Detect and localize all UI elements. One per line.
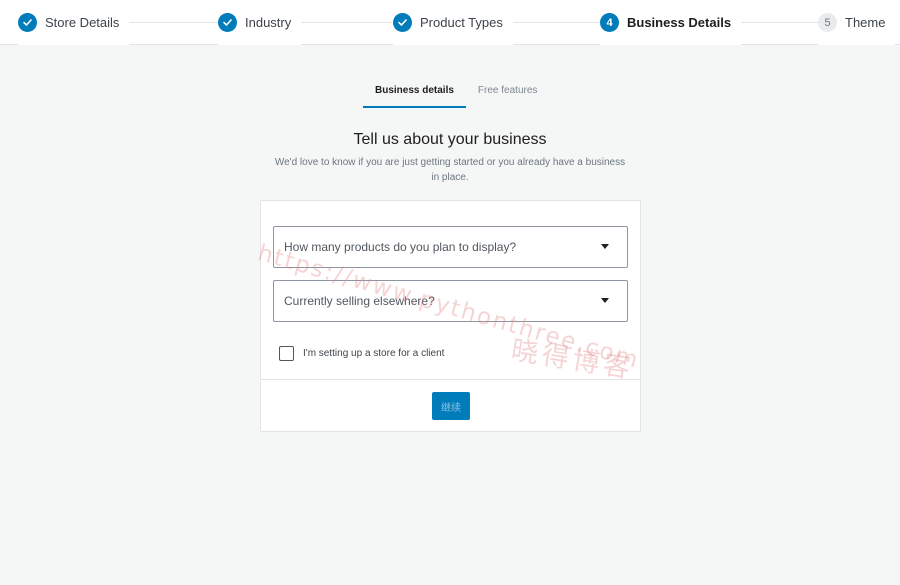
page-title: Tell us about your business — [353, 131, 547, 148]
checkmark-icon — [218, 13, 237, 32]
client-checkbox-label[interactable]: I'm setting up a store for a client — [303, 348, 444, 359]
caret-down-icon — [601, 298, 609, 303]
step-industry[interactable]: Industry — [218, 0, 302, 45]
step-number-badge: 4 — [600, 13, 619, 32]
step-number-badge: 5 — [818, 13, 837, 32]
continue-button[interactable]: 继续 — [432, 392, 470, 420]
checkmark-icon — [18, 13, 37, 32]
client-checkbox[interactable] — [279, 346, 294, 361]
client-checkbox-row: I'm setting up a store for a client — [279, 346, 444, 361]
setup-stepper: Store Details Industry Product Types 4 B… — [0, 0, 900, 45]
tab-business-details[interactable]: Business details — [363, 80, 466, 108]
tab-free-features[interactable]: Free features — [466, 80, 549, 108]
step-label: Product Types — [420, 15, 503, 30]
card-divider — [261, 379, 640, 380]
step-product-types[interactable]: Product Types — [393, 0, 513, 45]
step-label: Store Details — [45, 15, 120, 30]
checkmark-icon — [393, 13, 412, 32]
step-business-details[interactable]: 4 Business Details — [600, 0, 742, 45]
step-label: Theme — [845, 15, 886, 30]
page-subtitle: We'd love to know if you are just gettin… — [274, 157, 626, 183]
caret-down-icon — [601, 244, 609, 249]
step-store-details[interactable]: Store Details — [18, 0, 130, 45]
step-connector — [505, 22, 600, 23]
select-placeholder: How many products do you plan to display… — [284, 240, 517, 254]
step-connector — [298, 22, 392, 23]
step-theme[interactable]: 5 Theme — [818, 0, 896, 45]
step-label: Business Details — [627, 15, 732, 30]
tab-bar: Business details Free features — [363, 80, 549, 108]
step-label: Industry — [245, 15, 292, 30]
